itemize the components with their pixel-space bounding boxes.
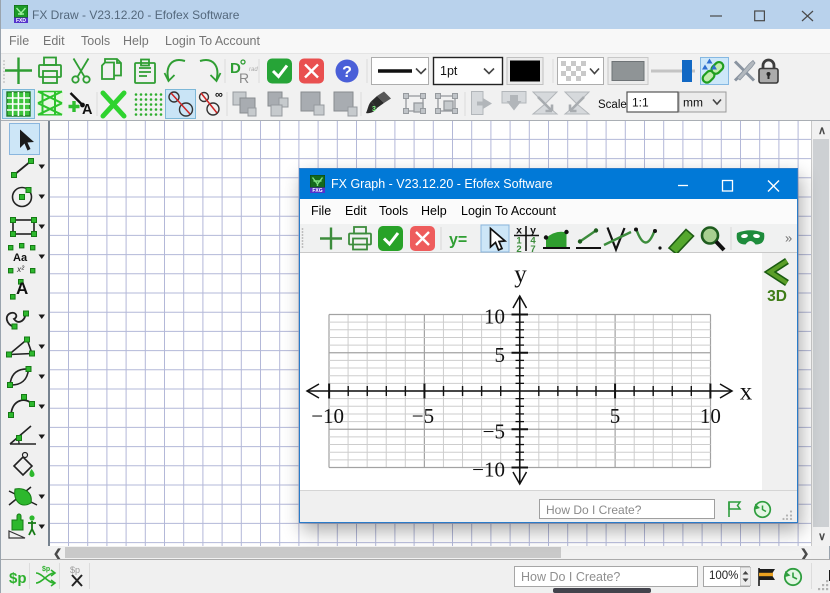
svg-text:Aa: Aa <box>13 252 28 264</box>
svg-text:x: x <box>740 379 753 406</box>
svg-text:y: y <box>514 261 527 288</box>
svg-text:−5: −5 <box>483 419 505 443</box>
svg-text:y=: y= <box>449 232 467 249</box>
svg-text:3: 3 <box>372 106 376 113</box>
svg-text:$p: $p <box>42 566 50 573</box>
svg-text:Scale: Scale <box>598 99 627 111</box>
svg-text:−10: −10 <box>472 458 505 482</box>
svg-text:10: 10 <box>484 305 505 329</box>
svg-text:7: 7 <box>530 244 535 253</box>
svg-text:FXG: FXG <box>312 188 322 193</box>
svg-text:»: » <box>785 231 792 246</box>
svg-text:$p: $p <box>70 565 80 575</box>
svg-text:mm: mm <box>683 96 703 110</box>
svg-text:3D: 3D <box>767 288 787 305</box>
svg-text:5: 5 <box>495 343 506 367</box>
svg-text:1:1: 1:1 <box>632 96 649 110</box>
svg-text:?: ? <box>342 64 352 81</box>
svg-text:FXD: FXD <box>16 18 26 23</box>
svg-text:A: A <box>16 279 28 298</box>
svg-text:1pt: 1pt <box>440 64 458 78</box>
svg-text:∞: ∞ <box>215 89 223 101</box>
svg-text:−5: −5 <box>412 404 434 428</box>
svg-text:R: R <box>239 70 249 86</box>
svg-text:10: 10 <box>700 404 721 428</box>
svg-text:2: 2 <box>516 244 521 253</box>
svg-text:−10: −10 <box>311 404 344 428</box>
svg-text:A: A <box>82 102 93 118</box>
svg-text:5: 5 <box>610 404 621 428</box>
svg-text:x²: x² <box>16 264 25 274</box>
svg-text:rad: rad <box>249 67 258 73</box>
